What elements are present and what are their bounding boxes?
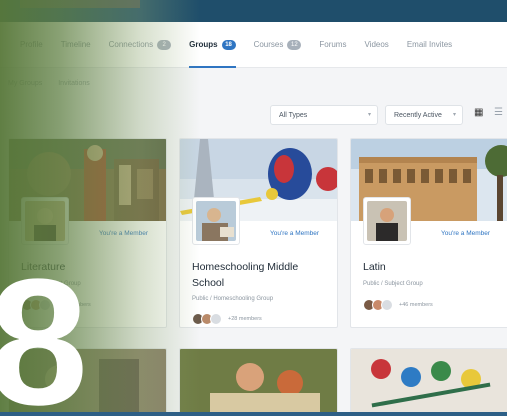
tab-videos[interactable]: Videos <box>364 22 388 68</box>
list-number: 8 <box>0 242 88 416</box>
avatar <box>210 313 222 325</box>
avatar <box>381 299 393 311</box>
group-card-homeschooling[interactable]: You're a Member Homeschooling Middle Sch… <box>179 138 338 328</box>
group-card-partial[interactable] <box>350 348 507 416</box>
count-badge: 18 <box>221 39 236 50</box>
tab-label: Profile <box>20 40 43 49</box>
chevron-down-icon: ▾ <box>367 112 371 118</box>
sort-select[interactable]: Recently Active ▾ <box>385 105 463 125</box>
members-count: +28 members <box>228 316 262 322</box>
members-count: +46 members <box>399 302 433 308</box>
count-badge: 12 <box>287 39 302 50</box>
subtab-invitations[interactable]: Invitations <box>58 80 90 87</box>
grid-view-icon[interactable]: ▦ <box>474 107 483 118</box>
filter-bar: All Types ▾ Recently Active ▾ ▦ ☰ <box>0 98 507 134</box>
type-filter-value: All Types <box>279 111 308 119</box>
tab-label: Forums <box>319 40 347 49</box>
group-avatar <box>21 197 69 245</box>
group-avatar <box>363 197 411 245</box>
top-header-bar <box>0 0 507 22</box>
tab-groups[interactable]: Groups 18 <box>189 22 237 68</box>
tab-label: Groups <box>189 40 218 49</box>
tab-profile[interactable]: Profile <box>20 22 43 68</box>
tab-forums[interactable]: Forums <box>319 22 346 68</box>
group-subtabs: My Groups Invitations <box>0 68 507 98</box>
member-status: You're a Member <box>441 230 491 237</box>
group-cover-image <box>351 349 507 415</box>
group-title[interactable]: Latin <box>363 259 386 275</box>
type-filter-select[interactable]: All Types ▾ <box>270 105 378 125</box>
tab-label: Courses <box>253 40 284 49</box>
tab-label: Email Invites <box>406 40 453 49</box>
tab-label: Videos <box>364 40 389 49</box>
bottom-accent-bar <box>0 412 507 416</box>
group-meta: Public / Subject Group <box>363 281 423 287</box>
tab-connections[interactable]: Connections 2 <box>108 22 172 68</box>
member-status: You're a Member <box>270 230 320 237</box>
tab-email-invites[interactable]: Email Invites <box>407 22 452 68</box>
members-row: +46 members <box>363 299 433 311</box>
chevron-down-icon: ▾ <box>452 112 456 118</box>
subtab-my-groups[interactable]: My Groups <box>8 80 42 87</box>
profile-tabs: Profile Timeline Connections 2 Groups 18 C… <box>0 22 507 68</box>
group-card-partial[interactable] <box>179 348 338 416</box>
header-image-strip <box>20 0 140 8</box>
member-status: You're a Member <box>99 230 149 237</box>
group-title[interactable]: Homeschooling Middle School <box>192 259 332 291</box>
group-meta: Public / Homeschooling Group <box>192 296 274 302</box>
group-cover-image <box>180 349 337 415</box>
tab-label: Timeline <box>60 40 91 49</box>
tab-courses[interactable]: Courses 12 <box>254 22 302 68</box>
group-avatar <box>192 197 240 245</box>
group-card-latin[interactable]: You're a Member Latin Public / Subject G… <box>350 138 507 328</box>
tab-timeline[interactable]: Timeline <box>61 22 91 68</box>
tab-label: Connections <box>108 40 154 49</box>
count-badge: 2 <box>157 39 172 50</box>
members-row: +28 members <box>192 313 262 325</box>
sort-value: Recently Active <box>394 111 442 119</box>
list-view-icon[interactable]: ☰ <box>494 107 503 118</box>
